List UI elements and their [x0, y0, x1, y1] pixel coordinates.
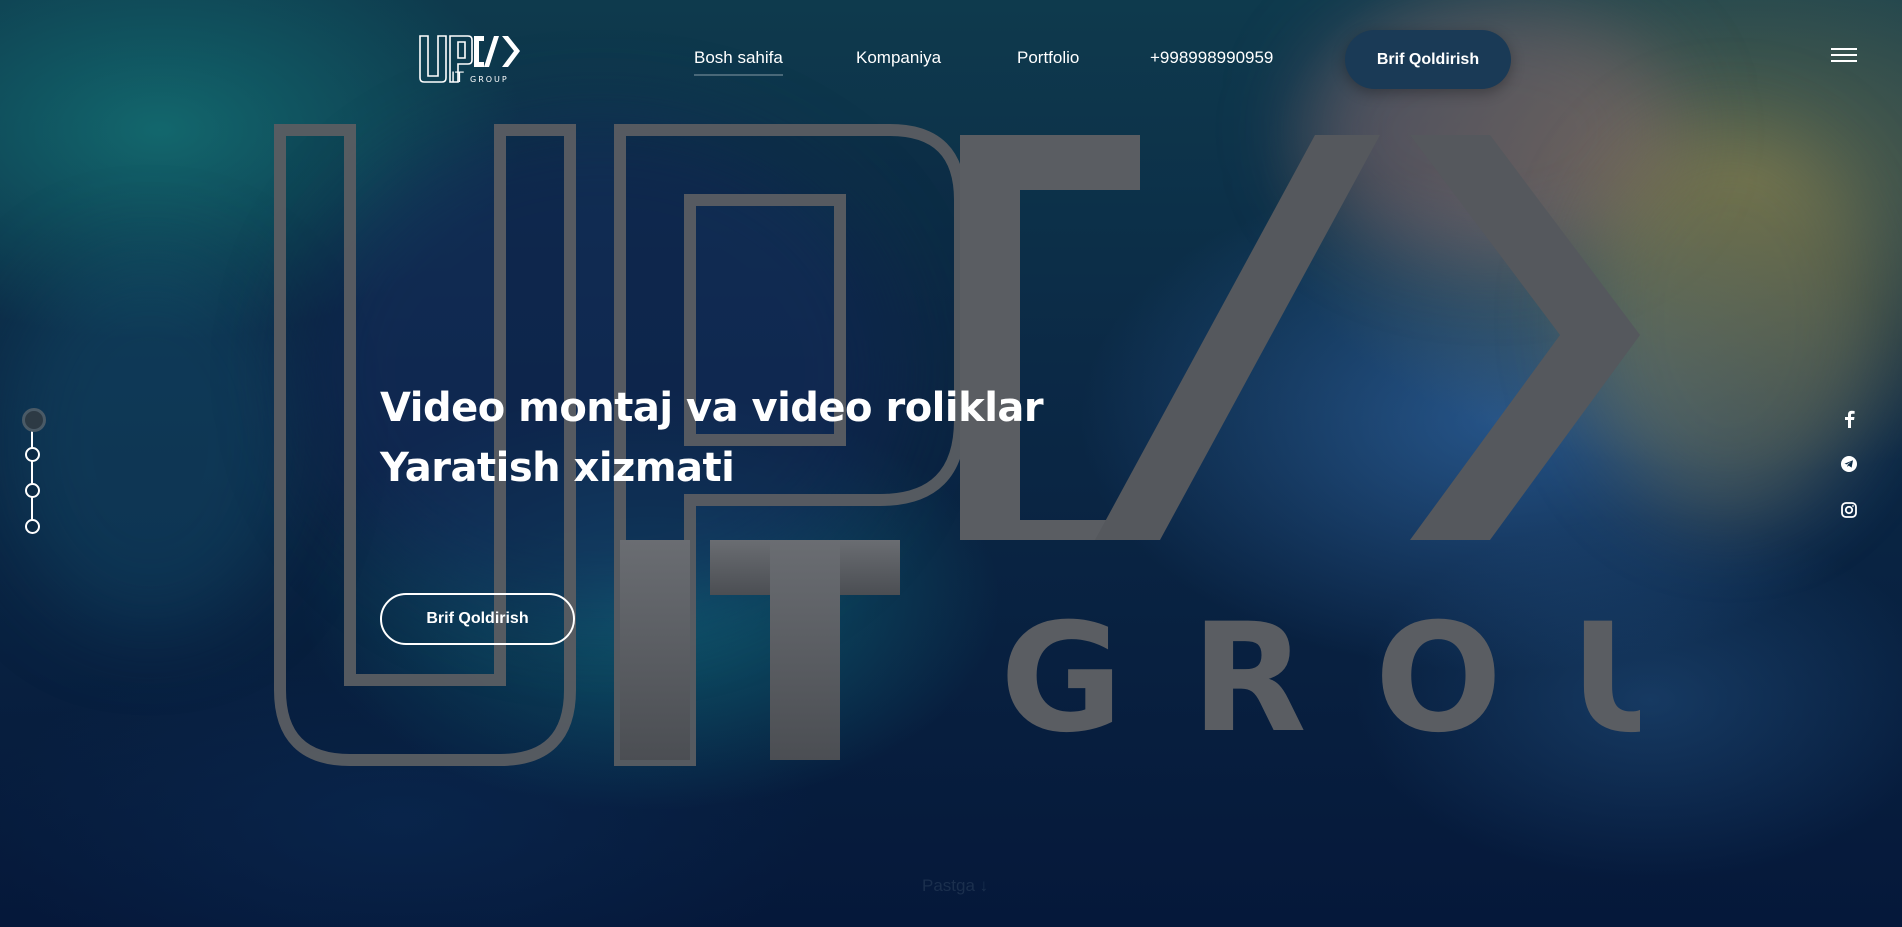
pager-dot-3[interactable] — [25, 483, 40, 498]
hero-section: Video montaj va video roliklar Yaratish … — [380, 378, 1044, 498]
slide-pager — [20, 408, 46, 538]
nav-link-phone[interactable]: +998998990959 — [1150, 48, 1273, 68]
instagram-icon[interactable] — [1838, 499, 1860, 521]
pager-dot-2[interactable] — [25, 447, 40, 462]
brief-button-header[interactable]: Brif Qoldirish — [1345, 30, 1511, 89]
facebook-icon[interactable] — [1838, 408, 1860, 430]
telegram-icon[interactable] — [1838, 453, 1860, 475]
nav-link-portfolio[interactable]: Portfolio — [1017, 48, 1079, 68]
svg-text:IT: IT — [451, 70, 464, 86]
pager-dot-4[interactable] — [25, 519, 40, 534]
pager-dot-1[interactable] — [22, 408, 46, 432]
nav-link-company[interactable]: Kompaniya — [856, 48, 941, 68]
pager-line — [31, 420, 33, 532]
svg-text:GROUP: GROUP — [470, 75, 509, 84]
nav-link-home[interactable]: Bosh sahifa — [694, 48, 783, 76]
svg-text:GROUP: GROUP — [1000, 592, 1640, 766]
hero-title-line1: Video montaj va video roliklar — [380, 385, 1044, 431]
site-header: IT GROUP Bosh sahifa Kompaniya Portfolio… — [0, 0, 1902, 110]
hero-title: Video montaj va video roliklar Yaratish … — [380, 378, 1044, 498]
hero-title-line2: Yaratish xizmati — [380, 445, 735, 491]
background-logo-group-text: GROUP — [1000, 592, 1640, 766]
brief-button-hero[interactable]: Brif Qoldirish — [380, 593, 575, 645]
brand-logo[interactable]: IT GROUP — [418, 32, 522, 86]
scroll-down-hint[interactable]: Pastga ↓ — [922, 876, 988, 896]
hamburger-menu-icon[interactable] — [1831, 48, 1857, 64]
